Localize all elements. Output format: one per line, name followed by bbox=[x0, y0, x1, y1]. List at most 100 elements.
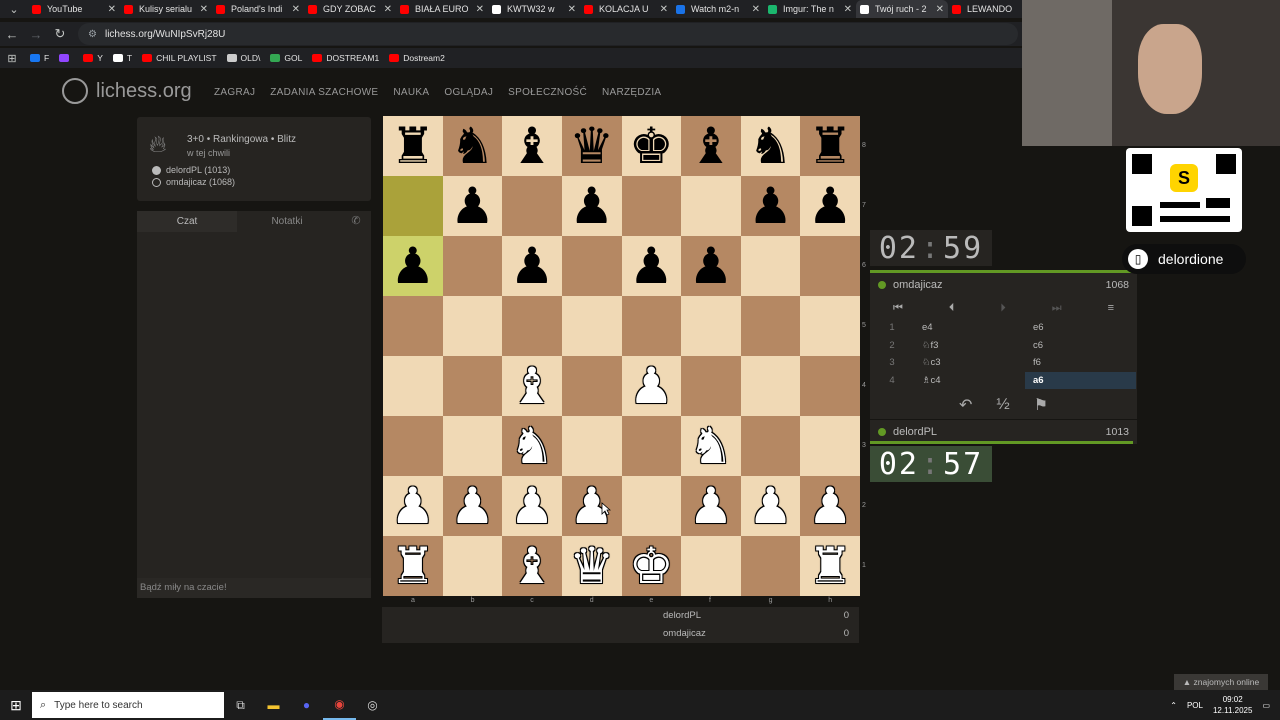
tab-close-icon[interactable]: ✕ bbox=[752, 4, 760, 15]
square-d7[interactable]: ♟ bbox=[561, 176, 622, 236]
bookmark-item[interactable]: T bbox=[112, 53, 132, 63]
browser-tab[interactable]: KOLACJA U ✕ bbox=[580, 0, 672, 18]
white-knight-icon[interactable]: ♞ bbox=[510, 421, 555, 471]
square-h7[interactable]: ♟ bbox=[800, 176, 860, 236]
square-e6[interactable]: ♟ bbox=[621, 236, 682, 296]
square-g6[interactable] bbox=[740, 236, 801, 296]
chrome-icon[interactable]: ◉ bbox=[323, 690, 356, 720]
black-pawn-icon[interactable]: ♟ bbox=[569, 181, 614, 231]
black-pawn-icon[interactable]: ♟ bbox=[748, 181, 793, 231]
square-d4[interactable] bbox=[561, 356, 622, 416]
tab-close-icon[interactable]: ✕ bbox=[200, 4, 208, 15]
tab-close-icon[interactable]: ✕ bbox=[476, 4, 484, 15]
chat-input[interactable]: Bądź miły na czacie! bbox=[137, 578, 371, 598]
square-g8[interactable]: ♞ bbox=[740, 116, 801, 176]
bookmark-item[interactable]: OLD\ bbox=[226, 53, 260, 63]
tab-close-icon[interactable]: ✕ bbox=[568, 4, 576, 15]
white-move[interactable]: e4 bbox=[914, 319, 1025, 337]
tab-close-icon[interactable]: ✕ bbox=[108, 4, 116, 15]
square-b1[interactable] bbox=[442, 536, 503, 596]
white-move[interactable]: ♘f3 bbox=[914, 337, 1025, 355]
obs-icon[interactable]: ◎ bbox=[356, 690, 389, 720]
square-a8[interactable]: ♜ bbox=[383, 116, 443, 176]
black-pawn-icon[interactable]: ♟ bbox=[629, 241, 674, 291]
square-f7[interactable] bbox=[681, 176, 741, 236]
discord-icon[interactable]: ● bbox=[290, 690, 323, 720]
apps-grid-icon[interactable]: ⊞ bbox=[0, 52, 24, 65]
square-g3[interactable] bbox=[740, 416, 801, 476]
black-move[interactable]: c6 bbox=[1025, 337, 1136, 355]
square-d3[interactable] bbox=[561, 416, 622, 476]
square-c2[interactable]: ♟ bbox=[502, 476, 562, 536]
bookmark-item[interactable]: GOL bbox=[270, 53, 302, 63]
black-pawn-icon[interactable]: ♟ bbox=[450, 181, 495, 231]
black-queen-icon[interactable]: ♛ bbox=[569, 121, 614, 171]
browser-tab[interactable]: Kulisy serialu ✕ bbox=[120, 0, 212, 18]
black-rook-icon[interactable]: ♜ bbox=[808, 121, 853, 171]
black-move[interactable]: e6 bbox=[1025, 319, 1136, 337]
crosstable-row[interactable]: delordPL 0 bbox=[663, 610, 849, 621]
nav-item[interactable]: ZADANIA SZACHOWE bbox=[270, 87, 378, 98]
tab-close-icon[interactable]: ✕ bbox=[936, 4, 944, 15]
white-rook-icon[interactable]: ♜ bbox=[390, 541, 435, 591]
windows-start-icon[interactable]: ⊞ bbox=[0, 697, 32, 714]
back-icon[interactable]: ← bbox=[0, 27, 24, 42]
reload-icon[interactable]: ↻ bbox=[48, 26, 72, 42]
language-indicator[interactable]: POL bbox=[1187, 701, 1203, 710]
white-bishop-icon[interactable]: ♝ bbox=[510, 541, 555, 591]
browser-tab[interactable]: YouTube ✕ bbox=[28, 0, 120, 18]
site-info-icon[interactable]: ⚙ bbox=[88, 29, 97, 40]
white-move[interactable]: ♗c4 bbox=[914, 372, 1025, 390]
white-bishop-icon[interactable]: ♝ bbox=[510, 361, 555, 411]
square-g7[interactable]: ♟ bbox=[740, 176, 801, 236]
browser-tab[interactable]: KWTW32 w ✕ bbox=[488, 0, 580, 18]
offer-draw-icon[interactable]: ½ bbox=[996, 396, 1009, 414]
voice-chat-icon[interactable]: ✆ bbox=[341, 211, 371, 232]
square-e8[interactable]: ♚ bbox=[621, 116, 682, 176]
nav-item[interactable]: NARZĘDZIA bbox=[602, 87, 661, 98]
taskbar-search[interactable]: ⌕ Type here to search bbox=[32, 692, 224, 718]
square-c8[interactable]: ♝ bbox=[502, 116, 562, 176]
square-h3[interactable] bbox=[800, 416, 860, 476]
bookmark-item[interactable]: F bbox=[30, 53, 49, 63]
white-pawn-icon[interactable]: ♟ bbox=[390, 481, 435, 531]
white-pawn-icon[interactable]: ♟ bbox=[510, 481, 555, 531]
white-pawn-icon[interactable]: ♟ bbox=[629, 361, 674, 411]
square-c1[interactable]: ♝ bbox=[502, 536, 562, 596]
file-explorer-icon[interactable]: ▬ bbox=[257, 690, 290, 720]
white-pawn-icon[interactable]: ♟ bbox=[689, 481, 734, 531]
square-b7[interactable]: ♟ bbox=[442, 176, 503, 236]
square-h8[interactable]: ♜ bbox=[800, 116, 860, 176]
black-bishop-icon[interactable]: ♝ bbox=[510, 121, 555, 171]
black-knight-icon[interactable]: ♞ bbox=[748, 121, 793, 171]
lichess-logo[interactable]: lichess.org bbox=[62, 78, 192, 104]
square-a4[interactable] bbox=[383, 356, 443, 416]
nav-item[interactable]: OGLĄDAJ bbox=[444, 87, 493, 98]
black-pawn-icon[interactable]: ♟ bbox=[510, 241, 555, 291]
square-e3[interactable] bbox=[621, 416, 682, 476]
bookmark-item[interactable] bbox=[59, 53, 73, 63]
nav-item[interactable]: SPOŁECZNOŚĆ bbox=[508, 87, 587, 98]
square-b2[interactable]: ♟ bbox=[442, 476, 503, 536]
white-pawn-icon[interactable]: ♟ bbox=[808, 481, 853, 531]
black-knight-icon[interactable]: ♞ bbox=[450, 121, 495, 171]
square-a6[interactable]: ♟ bbox=[383, 236, 443, 296]
square-f8[interactable]: ♝ bbox=[681, 116, 741, 176]
square-f2[interactable]: ♟ bbox=[681, 476, 741, 536]
square-c6[interactable]: ♟ bbox=[502, 236, 562, 296]
square-d1[interactable]: ♛ bbox=[561, 536, 622, 596]
square-f3[interactable]: ♞ bbox=[681, 416, 741, 476]
browser-tab[interactable]: Imgur: The n ✕ bbox=[764, 0, 856, 18]
square-c3[interactable]: ♞ bbox=[502, 416, 562, 476]
square-h4[interactable] bbox=[800, 356, 860, 416]
square-f1[interactable] bbox=[681, 536, 741, 596]
opponent-player-row[interactable]: omdajicaz 1068 bbox=[870, 273, 1137, 297]
square-a1[interactable]: ♜ bbox=[383, 536, 443, 596]
white-rook-icon[interactable]: ♜ bbox=[808, 541, 853, 591]
square-h1[interactable]: ♜ bbox=[800, 536, 860, 596]
tab-notes[interactable]: Notatki bbox=[237, 211, 337, 232]
black-move[interactable]: a6 bbox=[1025, 371, 1136, 389]
square-e4[interactable]: ♟ bbox=[621, 356, 682, 416]
opponent-name[interactable]: omdajicaz bbox=[893, 279, 943, 291]
square-c7[interactable] bbox=[502, 176, 562, 236]
